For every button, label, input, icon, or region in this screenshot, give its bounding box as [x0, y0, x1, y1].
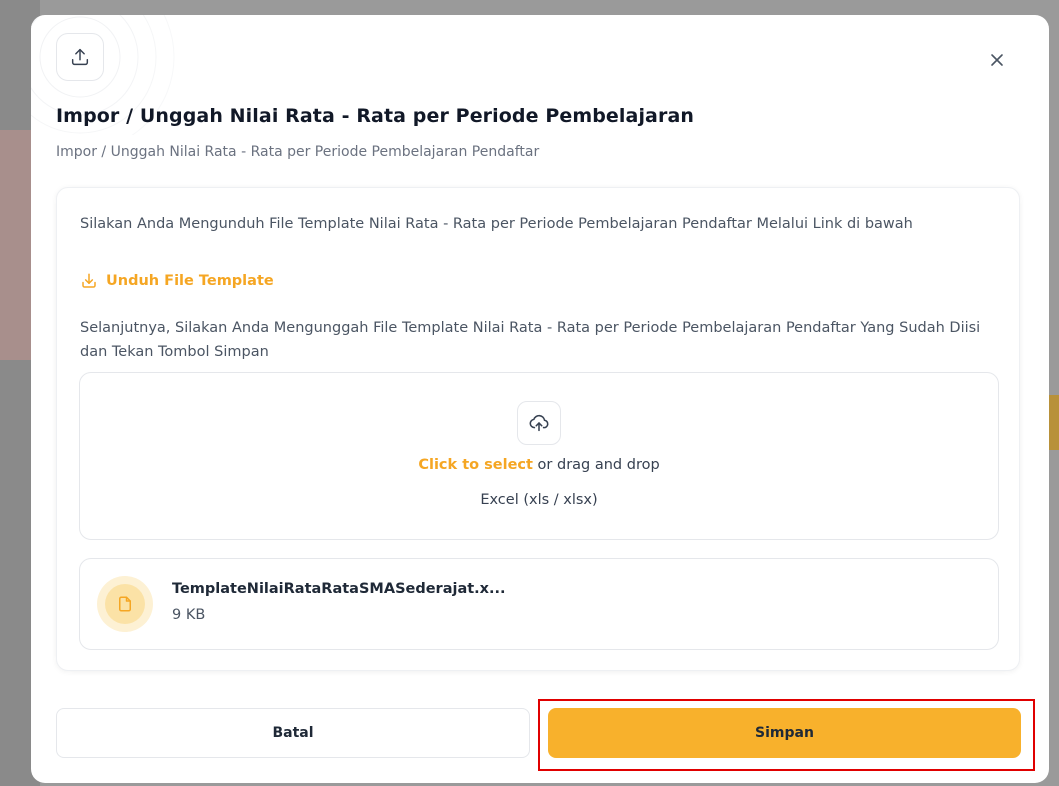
file-icon: [97, 576, 153, 632]
cloud-upload-icon: [517, 401, 561, 445]
download-template-link[interactable]: Unduh File Template: [80, 272, 274, 290]
file-type-hint: Excel (xls / xlsx): [480, 492, 598, 508]
download-icon: [82, 273, 96, 288]
file-size: 9 KB: [172, 607, 206, 623]
uploaded-file-item: TemplateNilaiRataRataSMASederajat.x... 9…: [79, 558, 999, 650]
download-instruction: Silakan Anda Mengunduh File Template Nil…: [80, 216, 913, 232]
instruction-card: Silakan Anda Mengunduh File Template Nil…: [56, 187, 1020, 671]
file-name: TemplateNilaiRataRataSMASederajat.x...: [172, 581, 506, 597]
modal-subtitle: Impor / Unggah Nilai Rata - Rata per Per…: [56, 144, 540, 160]
cancel-button[interactable]: Batal: [56, 708, 530, 758]
save-button[interactable]: Simpan: [548, 708, 1021, 758]
file-dropzone[interactable]: Click to select or drag and drop Excel (…: [79, 372, 999, 540]
click-to-select-link[interactable]: Click to select: [418, 457, 533, 473]
upload-instruction: Selanjutnya, Silakan Anda Mengunggah Fil…: [80, 320, 981, 360]
download-template-label: Unduh File Template: [106, 273, 274, 289]
import-modal: Impor / Unggah Nilai Rata - Rata per Per…: [31, 15, 1049, 783]
dropzone-prompt: Click to select or drag and drop: [80, 457, 998, 473]
drag-drop-text: or drag and drop: [532, 457, 660, 473]
upload-icon: [56, 33, 104, 81]
close-icon[interactable]: [985, 48, 1009, 72]
modal-title: Impor / Unggah Nilai Rata - Rata per Per…: [56, 105, 694, 127]
